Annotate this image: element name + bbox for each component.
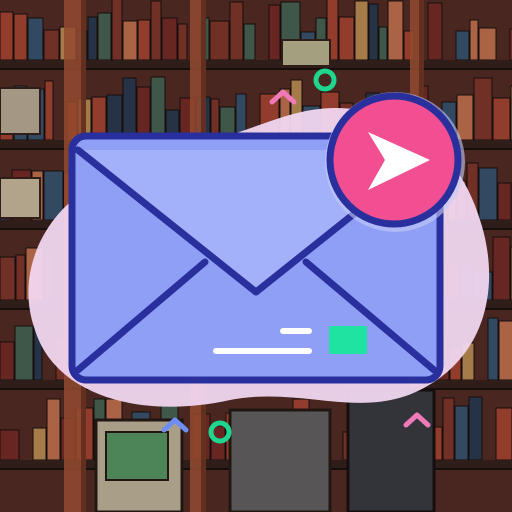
stamp (329, 326, 367, 354)
scene (0, 0, 512, 512)
send-mail-icon (28, 92, 490, 407)
